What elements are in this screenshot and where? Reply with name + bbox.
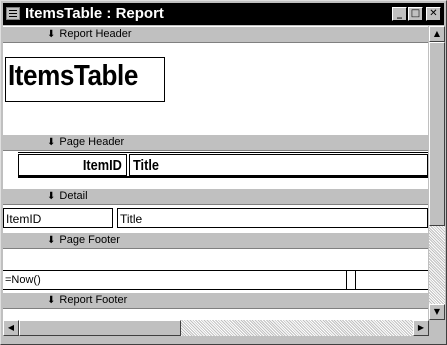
down-arrow-icon: ⬇ <box>47 191 56 202</box>
detail-title-textbox[interactable]: Title <box>117 208 428 228</box>
vertical-scrollbar[interactable]: ▲ ▼ <box>429 26 445 320</box>
page-header-top-line <box>18 152 428 153</box>
band-page-header-label: ⬇ Page Header <box>47 136 124 148</box>
band-report-header-text: Report Header <box>59 28 132 40</box>
band-page-footer[interactable]: ⬇ Page Footer <box>3 232 428 249</box>
title-bar[interactable]: ItemsTable : Report _ □ ✕ <box>3 3 444 25</box>
maximize-button[interactable]: □ <box>408 7 423 21</box>
report-icon[interactable] <box>6 7 20 20</box>
band-page-footer-text: Page Footer <box>59 234 120 246</box>
page-header-bottom-line <box>18 176 428 178</box>
vertical-scroll-thumb[interactable] <box>429 42 445 226</box>
down-arrow-icon: ⬇ <box>47 295 56 306</box>
page-footer-now-text: =Now() <box>5 274 41 286</box>
window-title: ItemsTable : Report <box>25 5 164 22</box>
band-page-footer-label: ⬇ Page Footer <box>47 234 120 246</box>
band-report-header-label: ⬇ Report Header <box>47 28 132 40</box>
band-detail-label: ⬇ Detail <box>47 190 88 202</box>
close-button[interactable]: ✕ <box>426 7 441 21</box>
design-surface[interactable]: ⬇ Report Header ItemsTable ⬇ Page Header I… <box>3 26 428 320</box>
scroll-up-button[interactable]: ▲ <box>429 26 445 42</box>
scroll-left-button[interactable]: ◀ <box>3 320 19 336</box>
detail-itemid-textbox[interactable]: ItemID <box>3 208 113 228</box>
band-page-header-text: Page Header <box>59 136 125 148</box>
size-grip <box>429 320 445 336</box>
scroll-right-button[interactable]: ▶ <box>413 320 429 336</box>
footer-field-divider <box>355 271 356 289</box>
scroll-down-button[interactable]: ▼ <box>429 304 445 320</box>
report-title-label-control[interactable]: ItemsTable <box>5 57 165 102</box>
band-report-header[interactable]: ⬇ Report Header <box>3 26 428 43</box>
down-arrow-icon: ⬇ <box>47 235 56 246</box>
page-header-itemid-text: ItemID <box>83 157 122 174</box>
report-title-text: ItemsTable <box>8 60 138 92</box>
band-report-footer-text: Report Footer <box>59 294 128 306</box>
band-report-footer-label: ⬇ Report Footer <box>47 294 127 306</box>
minimize-button[interactable]: _ <box>392 7 407 21</box>
band-detail[interactable]: ⬇ Detail <box>3 188 428 205</box>
footer-field-divider <box>346 271 347 289</box>
page-header-title-label[interactable]: Title <box>129 154 428 176</box>
page-footer-now-textbox[interactable]: =Now() <box>3 270 428 290</box>
horizontal-scrollbar[interactable]: ◀ ▶ <box>3 320 429 336</box>
report-design-window: ItemsTable : Report _ □ ✕ ⬇ Report Header… <box>0 0 447 345</box>
detail-title-text: Title <box>120 212 143 226</box>
band-page-header[interactable]: ⬇ Page Header <box>3 134 428 151</box>
down-arrow-icon: ⬇ <box>47 29 56 40</box>
band-detail-text: Detail <box>59 190 88 202</box>
horizontal-scroll-thumb[interactable] <box>19 320 181 336</box>
page-header-title-text: Title <box>133 157 159 174</box>
band-report-footer[interactable]: ⬇ Report Footer <box>3 292 428 309</box>
down-arrow-icon: ⬇ <box>47 137 56 148</box>
page-header-itemid-label[interactable]: ItemID <box>18 154 127 176</box>
detail-itemid-text: ItemID <box>6 212 42 226</box>
